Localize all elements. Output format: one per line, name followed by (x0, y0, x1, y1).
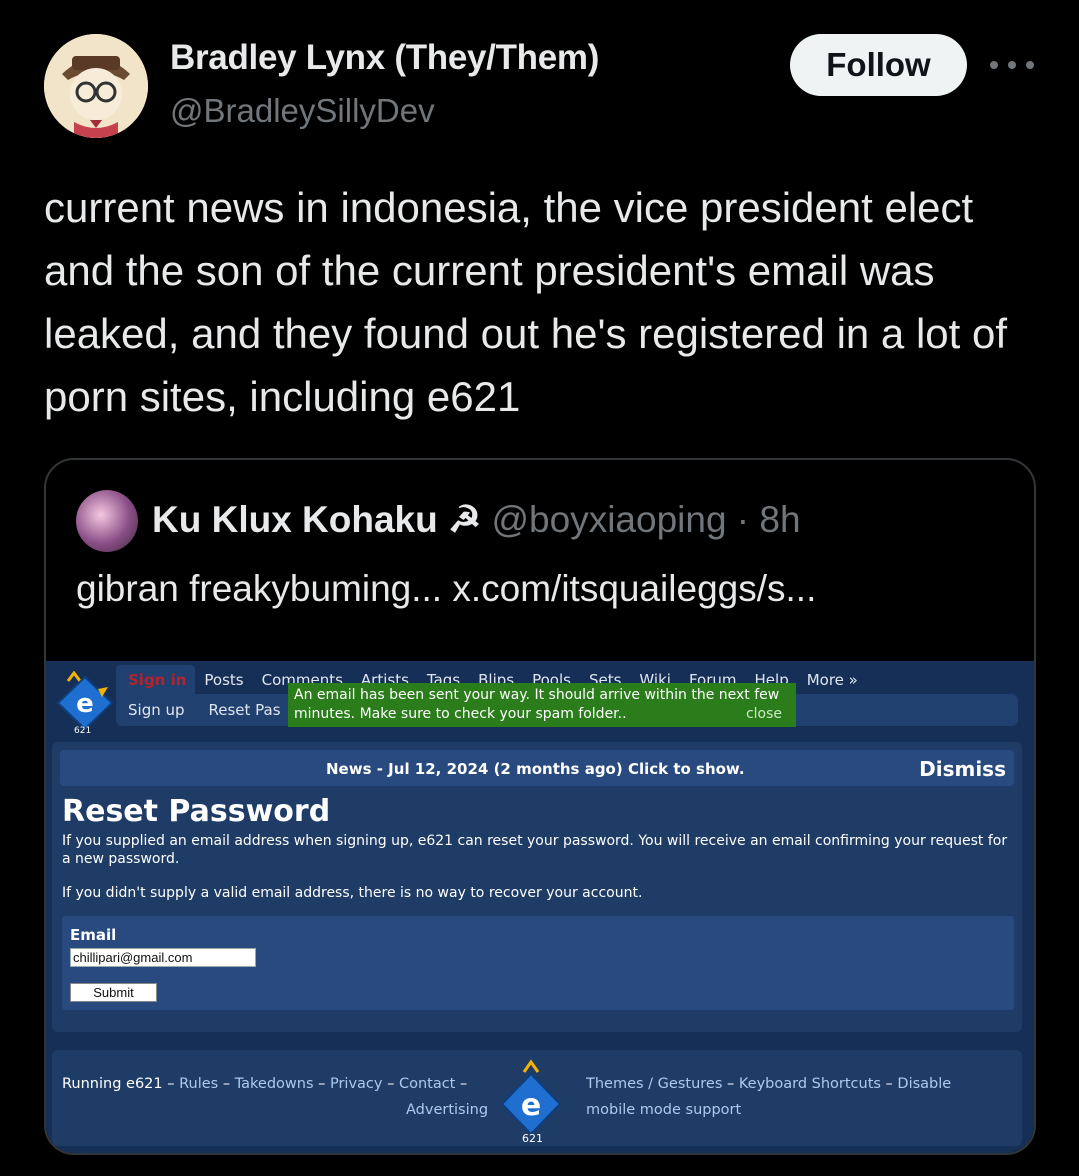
more-options-icon[interactable] (990, 50, 1034, 80)
footer-disable-link[interactable]: Disable (897, 1076, 951, 1092)
email-label: Email (70, 926, 117, 944)
news-bar[interactable]: News - Jul 12, 2024 (2 months ago) Click… (60, 750, 1014, 786)
email-sent-notice: An email has been sent your way. It shou… (288, 683, 796, 727)
svg-text:621: 621 (522, 1132, 543, 1142)
page-title: Reset Password (62, 794, 331, 829)
quote-author-avatar[interactable] (76, 490, 138, 552)
footer-links-right: Themes / Gestures – Keyboard Shortcuts –… (586, 1076, 952, 1092)
nav-more[interactable]: More » (798, 665, 867, 695)
footer-themes-link[interactable]: Themes / Gestures (586, 1076, 722, 1092)
quote-author-handle[interactable]: @boyxiaoping (491, 499, 726, 540)
dismiss-button[interactable]: Dismiss (919, 757, 1006, 781)
author-avatar[interactable] (44, 34, 148, 138)
svg-text:621: 621 (74, 726, 91, 735)
site-footer: Running e621 – Rules – Takedowns – Priva… (52, 1050, 1022, 1146)
footer-running: Running e621 (62, 1076, 163, 1092)
footer-mobile-mode: mobile mode support (586, 1102, 741, 1118)
quoted-post[interactable]: Ku Klux Kohaku ☭ @boyxiaoping · 8h gibra… (44, 458, 1036, 1155)
email-field[interactable] (70, 948, 256, 967)
svg-text:e: e (521, 1088, 541, 1123)
nav-reset-password[interactable]: Reset Pas (197, 701, 293, 719)
footer-rules-link[interactable]: Rules (179, 1076, 218, 1092)
footer-links-left: Running e621 – Rules – Takedowns – Priva… (62, 1076, 468, 1092)
footer-e621-logo-icon: e 621 (500, 1059, 562, 1142)
reset-description: If you supplied an email address when si… (62, 833, 1008, 867)
e621-screenshot: e 621 Sign in Posts Comments Artists Tag… (46, 661, 1034, 1153)
news-text[interactable]: News - Jul 12, 2024 (2 months ago) Click… (326, 760, 745, 778)
follow-button[interactable]: Follow (790, 34, 967, 96)
footer-shortcuts-link[interactable]: Keyboard Shortcuts (739, 1076, 881, 1092)
quote-text: gibran freakybuming... x.com/itsquailegg… (76, 568, 817, 609)
author-name[interactable]: Bradley Lynx (They/Them) (170, 38, 599, 78)
footer-privacy-link[interactable]: Privacy (330, 1076, 383, 1092)
recovery-note: If you didn't supply a valid email addre… (62, 885, 643, 901)
quote-header: Ku Klux Kohaku ☭ @boyxiaoping · 8h (152, 498, 801, 541)
e621-logo-icon: e 621 (56, 671, 114, 735)
quote-separator: · (726, 499, 760, 540)
notice-text: An email has been sent your way. It shou… (294, 687, 780, 722)
quote-time[interactable]: 8h (759, 499, 800, 540)
svg-text:e: e (76, 689, 94, 719)
submit-button[interactable]: Submit (70, 983, 157, 1002)
footer-mobile-mode-link[interactable]: mobile mode support (586, 1102, 741, 1118)
footer-contact-link[interactable]: Contact (399, 1076, 455, 1092)
footer-takedowns-link[interactable]: Takedowns (235, 1076, 314, 1092)
post-text: current news in indonesia, the vice pres… (44, 184, 1008, 420)
nav-sign-up[interactable]: Sign up (116, 701, 197, 719)
reset-password-panel: News - Jul 12, 2024 (2 months ago) Click… (52, 742, 1022, 1032)
author-handle[interactable]: @BradleySillyDev (170, 92, 435, 130)
notice-close-link[interactable]: close (746, 705, 782, 724)
quote-author-name[interactable]: Ku Klux Kohaku ☭ (152, 499, 481, 540)
nav-posts[interactable]: Posts (195, 665, 252, 695)
reset-form: Email Submit (62, 916, 1014, 1010)
footer-advertising-link[interactable]: Advertising (406, 1102, 488, 1118)
nav-sign-in[interactable]: Sign in (116, 665, 196, 695)
footer-advertising: Advertising (406, 1102, 488, 1118)
